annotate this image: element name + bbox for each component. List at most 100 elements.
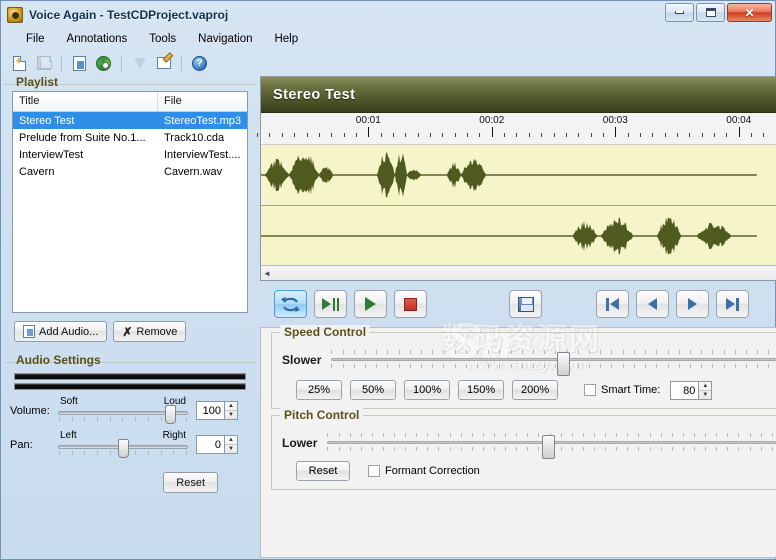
new-project-button[interactable]: ✦ (9, 53, 30, 74)
stop-button[interactable] (394, 290, 428, 318)
scroll-left-icon[interactable]: ◄ (263, 269, 271, 278)
pan-slider[interactable]: Left Right (58, 430, 188, 458)
column-header-file[interactable]: File (158, 92, 247, 111)
pitch-control-frame: Pitch Control Lower Higher 0. (271, 408, 776, 490)
pitch-thumb[interactable] (542, 435, 555, 459)
step-forward-icon (688, 298, 698, 310)
volume-track[interactable] (58, 405, 188, 424)
pan-spin-up-icon[interactable]: ▲ (225, 436, 237, 445)
skip-to-end-button[interactable] (716, 290, 750, 318)
table-row[interactable]: Cavern Cavern.wav (13, 163, 247, 180)
add-audio-button[interactable]: Add Audio... (14, 321, 108, 342)
speed-preset-200[interactable]: 200% (512, 380, 559, 400)
table-row[interactable]: InterviewTest InterviewTest.... (13, 146, 247, 163)
speed-control-group: Speed Control Slower Faster 1 (271, 325, 776, 409)
pan-stepper[interactable]: 0 ▲ ▼ (196, 435, 238, 454)
cell-file: StereoTest.mp3 (164, 114, 242, 127)
volume-slider[interactable]: Soft Loud (58, 396, 188, 424)
menu-tools[interactable]: Tools (138, 30, 187, 48)
volume-min-label: Soft (60, 396, 78, 407)
speed-thumb[interactable] (557, 352, 571, 376)
playlist-table[interactable]: Title File Stereo Test StereoTest.mp3 Pr… (12, 91, 249, 313)
maximize-button[interactable] (696, 3, 725, 22)
app-logo-icon (7, 6, 23, 23)
step-back-button[interactable] (636, 290, 670, 318)
volume-value[interactable]: 100 (196, 401, 224, 420)
pitch-slider[interactable] (327, 433, 776, 459)
stop-icon (404, 297, 418, 311)
volume-row: Volume: Soft Loud 100 ▲ ▼ (10, 396, 256, 424)
audio-reset-label: Reset (176, 476, 206, 489)
smart-time-checkbox[interactable] (584, 384, 597, 396)
volume-thumb[interactable] (165, 405, 177, 424)
menu-navigation[interactable]: Navigation (187, 30, 263, 48)
level-meters (14, 373, 247, 390)
cell-title: InterviewTest (19, 148, 84, 161)
play-pause-icon (322, 297, 340, 311)
annotate-button[interactable] (153, 53, 174, 74)
time-ruler[interactable]: 00:01 00:02 00:03 00:04 00:05 (257, 113, 776, 145)
speed-preset-150[interactable]: 150% (458, 380, 505, 400)
window-controls: ✕ (665, 3, 772, 22)
step-forward-button[interactable] (676, 290, 710, 318)
menu-file[interactable]: File (15, 30, 56, 48)
right-panel: Stereo Test 0.00 00:01 00:02 00:03 00:04… (257, 76, 776, 558)
play-button[interactable] (354, 290, 388, 318)
speed-preset-25[interactable]: 25% (296, 380, 343, 400)
help-button[interactable]: ? (189, 53, 210, 74)
speed-slider[interactable] (331, 350, 776, 376)
toolbar-separator-1 (61, 54, 62, 72)
left-channel-waveform[interactable] (261, 145, 776, 205)
pan-value[interactable]: 0 (196, 435, 224, 454)
ruler-label: 00:04 (726, 115, 752, 126)
menu-annotations[interactable]: Annotations (56, 30, 139, 48)
smart-time-spin-down-icon[interactable]: ▼ (699, 391, 711, 399)
help-icon: ? (192, 55, 207, 71)
volume-spin-buttons[interactable]: ▲ ▼ (224, 401, 238, 420)
cd-ripper-button[interactable] (93, 53, 114, 74)
volume-spin-down-icon[interactable]: ▼ (225, 411, 237, 419)
volume-stepper[interactable]: 100 ▲ ▼ (196, 401, 238, 420)
pan-row: Pan: Left Right 0 ▲ ▼ (10, 430, 256, 458)
pan-spin-down-icon[interactable]: ▼ (225, 445, 237, 453)
smart-time-spin-up-icon[interactable]: ▲ (699, 382, 712, 391)
smart-time-value[interactable]: 80 (670, 380, 699, 400)
save-project-button[interactable] (33, 53, 54, 74)
table-row[interactable]: Stereo Test StereoTest.mp3 (13, 112, 248, 129)
waveform-panel: Stereo Test 0.00 00:01 00:02 00:03 00:04… (257, 76, 776, 281)
ruler-labels: 00:01 00:02 00:03 00:04 00:05 (261, 113, 776, 127)
cell-title: Stereo Test (19, 114, 75, 127)
play-pause-button[interactable] (314, 290, 348, 318)
formant-correction-checkbox[interactable] (368, 465, 381, 477)
pitch-reset-button[interactable]: Reset (296, 461, 351, 481)
speed-preset-100[interactable]: 100% (404, 380, 451, 400)
speed-preset-50[interactable]: 50% (350, 380, 397, 400)
right-channel-waveform[interactable] (261, 205, 776, 265)
volume-spin-up-icon[interactable]: ▲ (225, 402, 237, 411)
menu-help[interactable]: Help (263, 30, 309, 48)
remove-button[interactable]: ✗ Remove (113, 321, 187, 342)
menu-bar: File Annotations Tools Navigation Help (1, 28, 775, 50)
smart-time-stepper[interactable]: 80 ▲ ▼ (670, 380, 713, 400)
smart-time-spin-buttons[interactable]: ▲ ▼ (698, 380, 713, 400)
table-row[interactable]: Prelude from Suite No.1... Track10.cda (13, 129, 247, 146)
waveform-scrollbar[interactable]: ◄ ► (261, 265, 776, 280)
pan-track[interactable] (58, 439, 188, 458)
speed-track[interactable] (331, 358, 776, 361)
save-audio-button[interactable] (509, 290, 543, 318)
audio-reset-button[interactable]: Reset (163, 472, 219, 493)
add-audio-icon (23, 325, 35, 338)
column-header-title[interactable]: Title (13, 92, 158, 111)
minimize-button[interactable] (665, 3, 694, 22)
close-icon: ✕ (744, 5, 755, 20)
loop-button[interactable] (274, 290, 308, 318)
pan-thumb[interactable] (117, 439, 129, 458)
main-content: Playlist Title File Stereo Test StereoTe… (1, 75, 776, 558)
close-button[interactable]: ✕ (727, 3, 772, 22)
skip-to-start-button[interactable] (596, 290, 630, 318)
filter-button[interactable] (129, 53, 150, 74)
pan-spin-buttons[interactable]: ▲ ▼ (224, 435, 238, 454)
cd-ripper-icon (96, 55, 111, 71)
import-audio-button[interactable] (69, 53, 90, 74)
pitch-actions: Reset Formant Correction (282, 461, 776, 481)
